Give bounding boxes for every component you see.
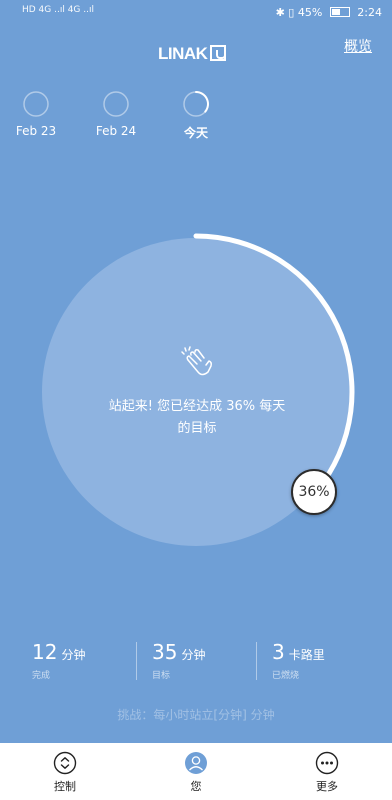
stat-goal: 35 分钟 目标	[152, 640, 205, 681]
stat-value: 3	[272, 640, 285, 664]
goal-message: 站起来! 您已经达成 36% 每天 的目标	[86, 396, 308, 440]
tab-label: 控制	[54, 780, 76, 793]
battery-percent: 45%	[297, 6, 323, 19]
signal-indicators: HD 4G ..ıl 4G ..ıl	[22, 5, 94, 15]
day-feb23[interactable]: Feb 23	[6, 90, 66, 138]
stat-unit: 分钟	[61, 648, 86, 662]
tab-label: 更多	[316, 780, 338, 793]
stat-unit: 分钟	[181, 648, 206, 662]
linak-logo: LINAK	[158, 44, 227, 64]
day-ring-icon	[103, 91, 129, 117]
day-ring-icon	[23, 91, 49, 117]
stat-completed: 12 分钟 完成	[32, 640, 85, 681]
day-feb24[interactable]: Feb 24	[86, 90, 146, 138]
stat-divider	[256, 642, 257, 680]
goal-message-line1: 站起来! 您已经达成 36% 每天	[108, 399, 286, 414]
status-right: ✱ ▯ 45% 2:24	[276, 6, 382, 19]
stat-calories: 3 卡路里 已燃烧	[272, 640, 325, 681]
stat-value: 35	[152, 640, 178, 664]
stat-label: 目标	[152, 671, 171, 681]
bottom-tab-bar: 控制 您 更多	[0, 743, 392, 800]
clock-time: 2:24	[357, 6, 382, 19]
more-icon	[315, 751, 339, 775]
goal-progress-ring	[42, 233, 355, 546]
chevron-updown-icon	[53, 751, 77, 775]
goal-message-line2: 的目标	[177, 421, 217, 436]
day-progress-ring-icon	[183, 91, 209, 117]
battery-icon	[329, 7, 350, 17]
vibrate-icon: ▯	[288, 6, 295, 19]
stat-value: 12	[32, 640, 58, 664]
challenge-link[interactable]: 挑战：每小时站立[分钟] 分钟	[0, 706, 392, 723]
power-logo-icon	[210, 45, 227, 61]
day-label: 今天	[183, 126, 208, 140]
tab-more[interactable]: 更多	[287, 751, 367, 794]
user-icon	[185, 752, 207, 774]
stat-label: 已燃烧	[272, 671, 300, 681]
tab-control[interactable]: 控制	[25, 751, 105, 794]
day-today[interactable]: 今天	[166, 90, 226, 141]
day-label: Feb 24	[95, 124, 137, 138]
overview-link[interactable]: 概览	[344, 36, 372, 56]
clapping-hands-icon	[181, 346, 212, 376]
stat-divider	[136, 642, 137, 680]
stats-row: 12 分钟 完成 35 分钟 目标 3 卡路里 已燃烧	[0, 640, 392, 685]
tab-label: 您	[190, 780, 202, 793]
stat-label: 完成	[32, 671, 51, 681]
app-header: LINAK 概览	[0, 36, 392, 66]
tab-you[interactable]: 您	[156, 751, 236, 794]
bluetooth-icon: ✱	[275, 6, 285, 19]
day-label: Feb 23	[15, 124, 57, 138]
status-bar: HD 4G ..ıl 4G ..ıl ✱ ▯ 45% 2:24	[0, 0, 392, 26]
progress-badge: 36%	[291, 469, 337, 515]
stat-unit: 卡路里	[288, 648, 325, 662]
